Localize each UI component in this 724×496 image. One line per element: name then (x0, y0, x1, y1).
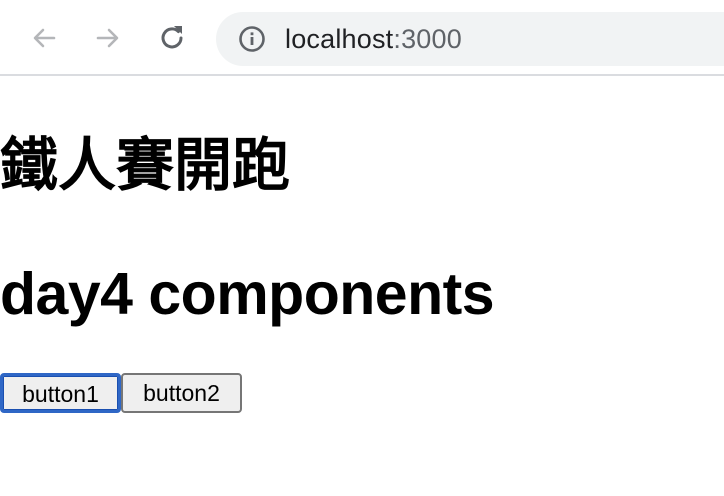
button1[interactable]: button1 (0, 373, 121, 413)
url-host: localhost (285, 24, 394, 54)
url-port: :3000 (393, 24, 462, 54)
reload-button[interactable] (152, 18, 192, 58)
forward-button[interactable] (88, 18, 128, 58)
page-heading-day4: day4 components (0, 261, 495, 327)
browser-toolbar: localhost:3000 (0, 0, 724, 76)
info-icon (239, 26, 265, 52)
reload-icon (161, 26, 183, 49)
url-text: localhost:3000 (285, 22, 462, 56)
page-heading-cjk: 鐵人賽開跑 (0, 131, 291, 199)
button-row: button1 button2 (0, 373, 242, 413)
address-bar[interactable]: localhost:3000 (216, 12, 724, 66)
forward-arrow-icon (96, 28, 119, 48)
back-button[interactable] (24, 18, 64, 58)
site-info-button[interactable] (236, 23, 268, 55)
button2[interactable]: button2 (121, 373, 242, 413)
back-arrow-icon (33, 28, 56, 48)
